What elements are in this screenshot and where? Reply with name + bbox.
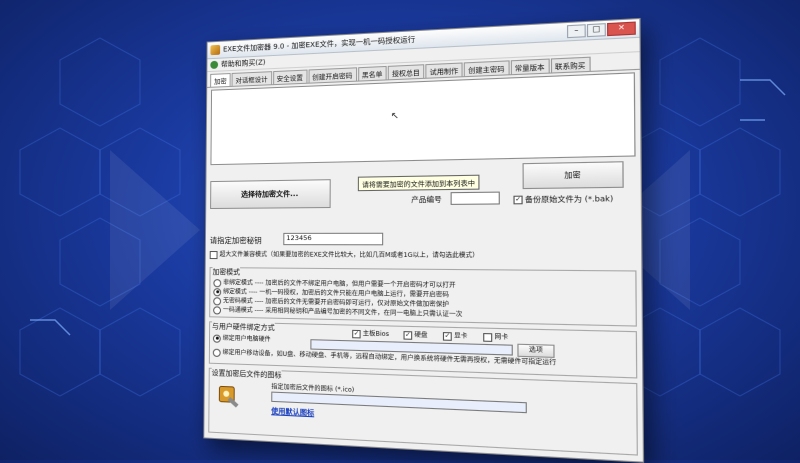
backup-check-icon: ✓ [513,196,522,205]
tab-contact[interactable]: 联系购买 [550,57,590,73]
product-id-label: 产品编号 [411,194,442,205]
bind-label-0: 绑定用户电脑硬件 [223,335,271,343]
hw-label-1: 硬盘 [414,331,427,339]
tab-dialog-design[interactable]: 对话框设计 [232,71,272,86]
bind-group-label: 与用户硬件绑定方式 [212,321,275,333]
app-window: EXE文件加密器 9.0 - 加密EXE文件，实现一机一码授权运行 – □ ✕ … [203,18,644,463]
product-id-input[interactable] [451,192,500,205]
backup-label: 备份原始文件为 (*.bak) [525,195,613,205]
hw-check-3[interactable]: 网卡 [483,331,508,342]
bind-option-0[interactable]: 绑定用户电脑硬件 [213,333,271,344]
hw-check-2[interactable]: ✓ 显卡 [443,330,468,341]
tab-security[interactable]: 安全设置 [273,70,307,85]
menu-help[interactable]: 帮助和购买(Z) [221,57,266,69]
mode-groupbox: 加密模式 非绑定模式 ---- 加密后的文件不绑定用户电脑，但用户需要一个开启密… [209,267,637,327]
key-icon [217,383,243,411]
check-icon: ✓ [352,329,360,338]
hw-check-0[interactable]: ✓ 主板Bios [352,328,389,339]
tab-trial[interactable]: 试用制作 [425,62,462,77]
tab-version[interactable]: 常量版本 [510,59,549,75]
check-icon: ✓ [403,331,412,340]
mode-label-3: 一码通模式 ---- 采用相同秘钥和产品编号加密的不同文件，在同一电脑上只需认证… [223,306,462,318]
icon-group-label: 设置加密后文件的图标 [212,368,282,381]
radio-icon [213,306,221,314]
password-label: 请指定加密秘钥 [210,235,262,246]
tab-encrypt[interactable]: 加密 [210,73,231,87]
close-button[interactable]: ✕ [607,21,636,36]
radio-selected-icon [213,334,221,342]
action-row: 选择待加密文件... 请将需要加密的文件添加到本列表中 产品编号 加密 ✓ 备份原… [210,159,636,213]
mouse-cursor-icon: ↖ [391,111,399,122]
tab-license[interactable]: 授权总目 [388,64,425,79]
tab-blacklist[interactable]: 黑名单 [358,66,387,81]
hw-check-1[interactable]: ✓ 硬盘 [403,329,427,340]
encrypt-button[interactable]: 加密 [523,161,624,189]
file-list[interactable]: ↖ [210,72,635,165]
tab-create-password[interactable]: 创建开启密码 [308,67,357,82]
default-icon-link[interactable]: 使用默认图标 [271,406,314,418]
check-icon [483,332,492,341]
large-file-check-icon [210,251,218,259]
large-file-mode-checkbox[interactable]: 超大文件兼容模式（如果要加密的EXE文件比较大，比如几百M或者1G以上，请勾选此… [210,249,479,260]
hw-label-2: 显卡 [454,332,467,340]
select-file-button[interactable]: 选择待加密文件... [210,179,331,209]
mode-group-label: 加密模式 [212,267,240,277]
minimize-button[interactable]: – [567,24,586,38]
help-icon [210,61,218,69]
backup-checkbox[interactable]: ✓ 备份原始文件为 (*.bak) [513,194,613,206]
password-section: 请指定加密秘钥 123456 超大文件兼容模式（如果要加密的EXE文件比较大，比… [210,232,634,266]
check-icon: ✓ [443,332,452,341]
password-input[interactable]: 123456 [283,233,383,246]
app-icon [210,45,220,55]
large-file-mode-label: 超大文件兼容模式（如果要加密的EXE文件比较大，比如几百M或者1G以上，请勾选此… [219,251,478,259]
hw-label-3: 网卡 [494,333,508,341]
tooltip: 请将需要加密的文件添加到本列表中 [358,175,480,192]
tab-master-password[interactable]: 创建主密码 [464,60,509,76]
maximize-button[interactable]: □ [587,23,606,37]
hw-label-0: 主板Bios [363,330,389,338]
radio-icon [213,348,221,356]
